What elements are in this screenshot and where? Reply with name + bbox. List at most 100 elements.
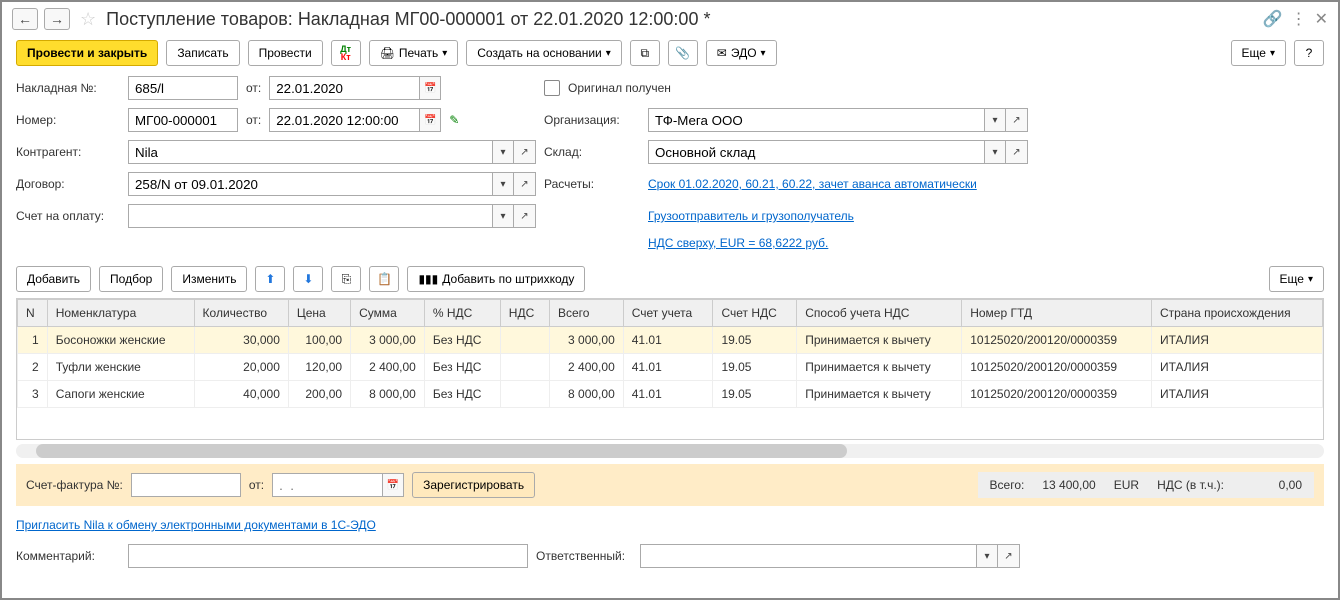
help-button[interactable]: ? — [1294, 40, 1324, 66]
dropdown-icon[interactable]: ▾ — [492, 204, 514, 228]
total-amount: 13 400,00 — [1042, 478, 1095, 492]
create-based-button[interactable]: Создать на основании — [466, 40, 622, 66]
dropdown-icon[interactable]: ▾ — [492, 140, 514, 164]
column-vat_rate[interactable]: % НДС — [424, 300, 500, 327]
invoice-no-label: Накладная №: — [16, 81, 120, 95]
from-label-2: от: — [246, 113, 261, 127]
edo-button[interactable]: ✉ ЭДО — [706, 40, 777, 66]
calendar-icon[interactable]: 📅 — [419, 76, 441, 100]
favorite-icon[interactable]: ☆ — [80, 9, 96, 30]
structure-button[interactable]: ⧉ — [630, 40, 660, 66]
contract-label: Договор: — [16, 177, 120, 191]
print-button[interactable]: 🖨 Печать — [369, 40, 459, 66]
invoice-from-label: от: — [249, 478, 264, 492]
vat-link[interactable]: НДС сверху, EUR = 68,6222 руб. — [648, 236, 828, 250]
attach-button[interactable]: 📎 — [668, 40, 698, 66]
manual-edit-icon[interactable]: ✎ — [449, 113, 459, 127]
column-qty[interactable]: Количество — [194, 300, 288, 327]
calendar-icon[interactable]: 📅 — [419, 108, 441, 132]
table-more-button[interactable]: Еще — [1269, 266, 1324, 292]
pick-button[interactable]: Подбор — [99, 266, 163, 292]
number-input[interactable] — [128, 108, 238, 132]
open-icon[interactable]: ↗ — [998, 544, 1020, 568]
dropdown-icon[interactable]: ▾ — [984, 108, 1006, 132]
invoice-factura-no-input[interactable] — [131, 473, 241, 497]
dropdown-icon[interactable]: ▾ — [976, 544, 998, 568]
invite-edo-link[interactable]: Пригласить Nila к обмену электронными до… — [16, 518, 376, 532]
register-button[interactable]: Зарегистрировать — [412, 472, 535, 498]
table-row[interactable]: 3Сапоги женские40,000200,008 000,00Без Н… — [18, 381, 1323, 408]
invoice-factura-label: Счет-фактура №: — [26, 478, 123, 492]
write-button[interactable]: Записать — [166, 40, 239, 66]
invoice-factura-date-input[interactable] — [272, 473, 382, 497]
column-vat_method[interactable]: Способ учета НДС — [797, 300, 962, 327]
copy-button[interactable]: ⎘ — [331, 266, 361, 292]
column-total[interactable]: Всего — [549, 300, 623, 327]
settlements-link[interactable]: Срок 01.02.2020, 60.21, 60.22, зачет ава… — [648, 177, 977, 191]
post-close-button[interactable]: Провести и закрыть — [16, 40, 158, 66]
number-label: Номер: — [16, 113, 120, 127]
consignor-link[interactable]: Грузоотправитель и грузополучатель — [648, 209, 854, 223]
horizontal-scrollbar[interactable] — [16, 444, 1324, 458]
dropdown-icon[interactable]: ▾ — [492, 172, 514, 196]
open-icon[interactable]: ↗ — [1006, 108, 1028, 132]
original-received-checkbox[interactable] — [544, 80, 560, 96]
column-vat[interactable]: НДС — [500, 300, 549, 327]
invoice-no-input[interactable] — [128, 76, 238, 100]
payment-account-input[interactable] — [128, 204, 492, 228]
dropdown-icon[interactable]: ▾ — [984, 140, 1006, 164]
dtkt-button[interactable]: ДтКт — [331, 40, 361, 66]
responsible-input[interactable] — [640, 544, 976, 568]
warehouse-input[interactable] — [648, 140, 984, 164]
organization-input[interactable] — [648, 108, 984, 132]
responsible-label: Ответственный: — [536, 549, 632, 563]
move-up-button[interactable]: ⬆ — [255, 266, 285, 292]
original-received-label: Оригинал получен — [568, 81, 671, 95]
vat-total-label: НДС (в т.ч.): — [1157, 478, 1224, 492]
comment-label: Комментарий: — [16, 549, 120, 563]
post-button[interactable]: Провести — [248, 40, 323, 66]
column-gtd[interactable]: Номер ГТД — [962, 300, 1152, 327]
paste-button[interactable]: 📋 — [369, 266, 399, 292]
payment-account-label: Счет на оплату: — [16, 209, 120, 223]
table-row[interactable]: 1Босоножки женские30,000100,003 000,00Бе… — [18, 327, 1323, 354]
menu-icon[interactable]: ⋮ — [1291, 9, 1307, 29]
close-icon[interactable]: ✕ — [1315, 9, 1328, 29]
warehouse-label: Склад: — [544, 145, 640, 159]
column-country[interactable]: Страна происхождения — [1151, 300, 1322, 327]
contract-input[interactable] — [128, 172, 492, 196]
page-title: Поступление товаров: Накладная МГ00-0000… — [106, 9, 1257, 30]
total-currency: EUR — [1114, 478, 1139, 492]
datetime-input[interactable] — [269, 108, 419, 132]
change-button[interactable]: Изменить — [171, 266, 247, 292]
barcode-button[interactable]: ▮▮▮ Добавить по штрихкоду — [407, 266, 585, 292]
column-sum[interactable]: Сумма — [351, 300, 425, 327]
column-price[interactable]: Цена — [288, 300, 350, 327]
column-account[interactable]: Счет учета — [623, 300, 713, 327]
counterparty-input[interactable] — [128, 140, 492, 164]
link-icon[interactable]: 🔗 — [1263, 9, 1283, 29]
settlements-label: Расчеты: — [544, 177, 640, 191]
calendar-icon[interactable]: 📅 — [382, 473, 404, 497]
total-label: Всего: — [990, 478, 1025, 492]
forward-button[interactable]: → — [44, 8, 70, 30]
column-vat_account[interactable]: Счет НДС — [713, 300, 797, 327]
column-n[interactable]: N — [18, 300, 48, 327]
comment-input[interactable] — [128, 544, 528, 568]
move-down-button[interactable]: ⬇ — [293, 266, 323, 292]
back-button[interactable]: ← — [12, 8, 38, 30]
vat-total-amount: 0,00 — [1242, 478, 1302, 492]
counterparty-label: Контрагент: — [16, 145, 120, 159]
open-icon[interactable]: ↗ — [514, 140, 536, 164]
table-row[interactable]: 2Туфли женские20,000120,002 400,00Без НД… — [18, 354, 1323, 381]
from-label: от: — [246, 81, 261, 95]
column-item[interactable]: Номенклатура — [47, 300, 194, 327]
open-icon[interactable]: ↗ — [1006, 140, 1028, 164]
open-icon[interactable]: ↗ — [514, 204, 536, 228]
items-table[interactable]: NНоменклатураКоличествоЦенаСумма% НДСНДС… — [16, 298, 1324, 440]
invoice-date-input[interactable] — [269, 76, 419, 100]
organization-label: Организация: — [544, 113, 640, 127]
more-button[interactable]: Еще — [1231, 40, 1286, 66]
add-button[interactable]: Добавить — [16, 266, 91, 292]
open-icon[interactable]: ↗ — [514, 172, 536, 196]
